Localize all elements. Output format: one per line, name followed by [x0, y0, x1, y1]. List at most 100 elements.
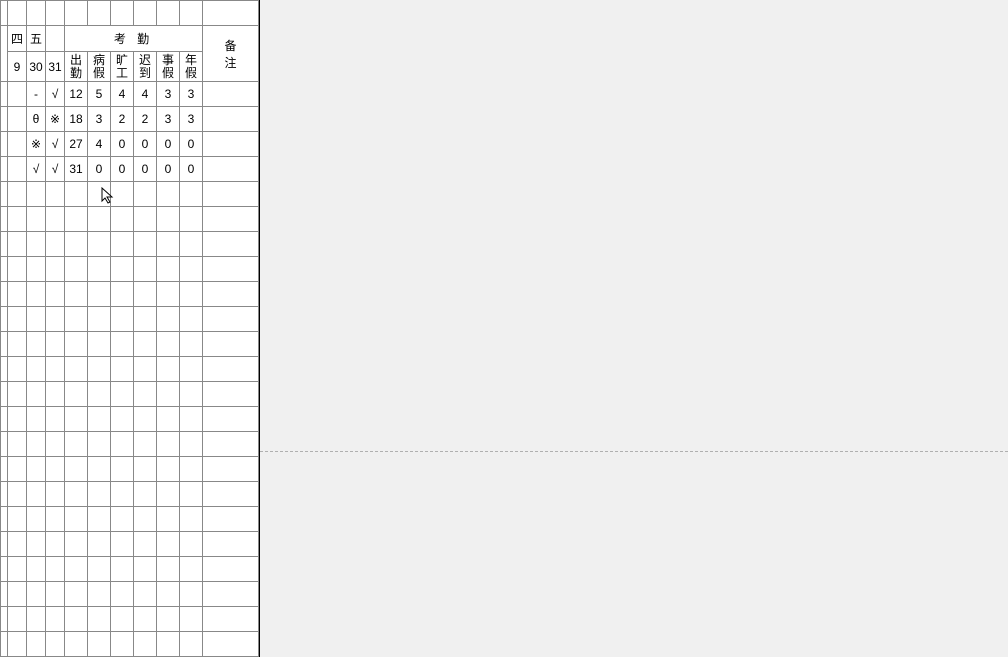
empty-cell: [180, 607, 203, 632]
empty-cell: [180, 382, 203, 407]
table-row: [1, 582, 259, 607]
empty-cell: [65, 507, 88, 532]
empty-cell: [65, 532, 88, 557]
empty-cell: [46, 257, 65, 282]
table-row: [1, 357, 259, 382]
empty-cell: [65, 607, 88, 632]
cell-nianjia: 3: [180, 82, 203, 107]
cell-chuqin: 12: [65, 82, 88, 107]
empty-cell: [157, 607, 180, 632]
empty-cell: [180, 532, 203, 557]
empty-cell: [157, 332, 180, 357]
empty-cell: [180, 557, 203, 582]
empty-cell: [27, 632, 46, 657]
empty-cell: [134, 282, 157, 307]
empty-cell: [65, 307, 88, 332]
empty-cell: [134, 507, 157, 532]
cell-chidao: 4: [134, 82, 157, 107]
empty-cell: [27, 482, 46, 507]
empty-cell: [203, 457, 259, 482]
empty-cell: [134, 357, 157, 382]
table-header-row-1: 四 五 考 勤 备 注: [1, 26, 259, 52]
empty-cell: [27, 207, 46, 232]
table-top-row: [1, 1, 259, 26]
empty-cell: [65, 357, 88, 382]
empty-cell: [88, 507, 111, 532]
empty-cell: [203, 282, 259, 307]
empty-cell: [27, 332, 46, 357]
table-row: [1, 457, 259, 482]
table-row: θ※1832233: [1, 107, 259, 132]
cell-c29: [8, 107, 27, 132]
empty-cell: [180, 632, 203, 657]
table-row: [1, 482, 259, 507]
cell-c31: ※: [46, 107, 65, 132]
empty-cell: [8, 432, 27, 457]
cell-nianjia: 0: [180, 132, 203, 157]
empty-cell: [46, 407, 65, 432]
empty-cell: [88, 457, 111, 482]
empty-cell: [157, 232, 180, 257]
empty-cell: [111, 457, 134, 482]
empty-cell: [27, 582, 46, 607]
table-row: [1, 407, 259, 432]
empty-cell: [203, 582, 259, 607]
cell-kuanggong: 0: [111, 132, 134, 157]
empty-cell: [8, 332, 27, 357]
empty-cell: [111, 632, 134, 657]
empty-cell: [65, 332, 88, 357]
empty-cell: [111, 257, 134, 282]
attendance-sheet: 四 五 考 勤 备 注 9 30 31 出勤 病假 旷工 迟到 事假 年假 -√…: [0, 0, 260, 657]
remark-header: 备 注: [203, 26, 259, 82]
empty-cell: [65, 557, 88, 582]
empty-cell: [88, 632, 111, 657]
empty-cell: [65, 257, 88, 282]
day-31: 31: [46, 52, 65, 82]
table-row: √√3100000: [1, 157, 259, 182]
empty-cell: [180, 407, 203, 432]
weekday-col-5: 五: [27, 26, 46, 52]
cell-shijia: 0: [157, 132, 180, 157]
empty-cell: [46, 482, 65, 507]
empty-cell: [88, 182, 111, 207]
cell-chuqin: 31: [65, 157, 88, 182]
empty-cell: [134, 332, 157, 357]
empty-cell: [157, 182, 180, 207]
empty-cell: [157, 532, 180, 557]
empty-cell: [27, 607, 46, 632]
empty-cell: [46, 432, 65, 457]
empty-cell: [46, 557, 65, 582]
empty-cell: [180, 282, 203, 307]
empty-cell: [111, 532, 134, 557]
empty-cell: [134, 582, 157, 607]
empty-cell: [111, 357, 134, 382]
empty-cell: [8, 457, 27, 482]
empty-cell: [134, 432, 157, 457]
table-row: [1, 607, 259, 632]
empty-cell: [180, 357, 203, 382]
empty-cell: [111, 382, 134, 407]
empty-cell: [65, 407, 88, 432]
empty-cell: [134, 557, 157, 582]
empty-cell: [180, 182, 203, 207]
table-row: [1, 432, 259, 457]
empty-cell: [88, 532, 111, 557]
cell-c29: [8, 82, 27, 107]
empty-cell: [46, 457, 65, 482]
empty-cell: [180, 482, 203, 507]
empty-cell: [134, 532, 157, 557]
cell-kuanggong: 0: [111, 157, 134, 182]
empty-cell: [203, 357, 259, 382]
table-row: [1, 207, 259, 232]
empty-cell: [8, 257, 27, 282]
empty-cell: [8, 632, 27, 657]
empty-cell: [27, 557, 46, 582]
empty-cell: [157, 207, 180, 232]
empty-cell: [203, 382, 259, 407]
table-row: [1, 507, 259, 532]
empty-cell: [111, 582, 134, 607]
empty-cell: [157, 282, 180, 307]
empty-cell: [65, 582, 88, 607]
empty-cell: [88, 582, 111, 607]
empty-cell: [203, 532, 259, 557]
